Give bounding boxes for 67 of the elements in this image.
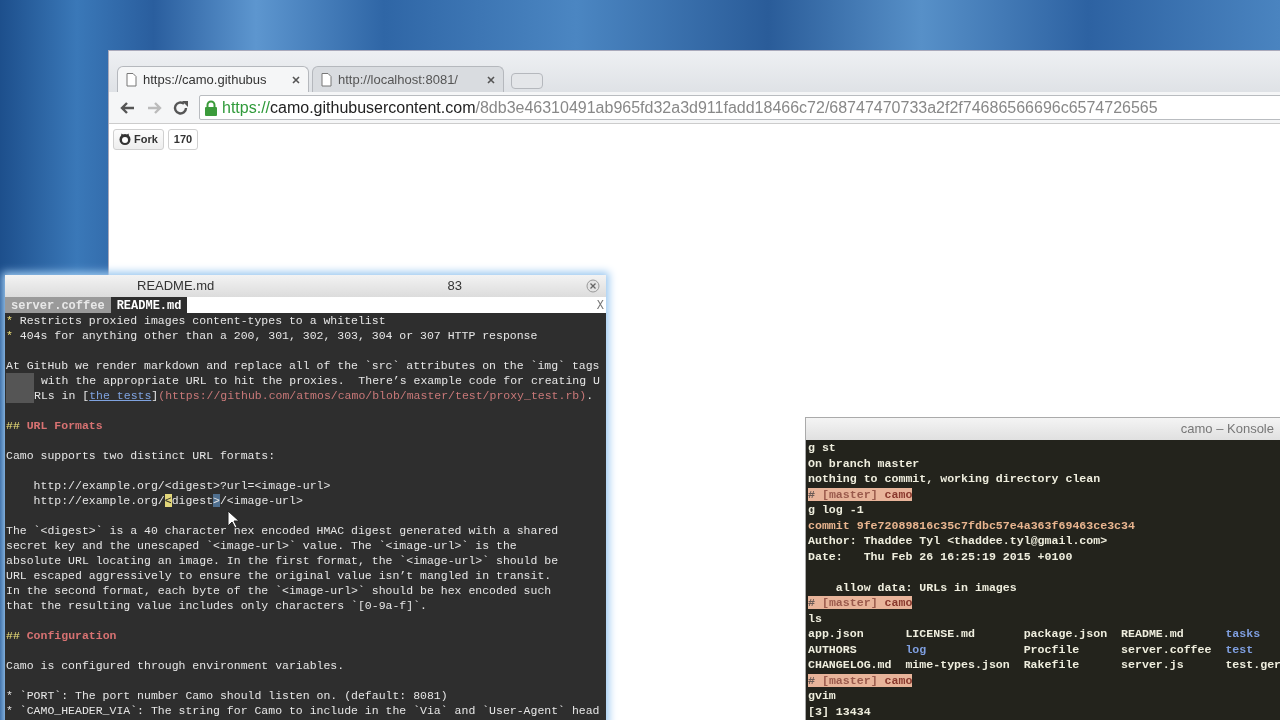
- window-title: README.md: [137, 277, 215, 296]
- code-line: The `<digest>` is a 40 character hex encoded HMAC digest generated with a shared: [6, 523, 559, 538]
- file-name: Rakefile: [1023, 658, 1080, 671]
- code-line: Camo is configured through environment variables.: [6, 658, 345, 673]
- code-line: URL escaped aggressively to ensure the original value isn’t mangled in transit.: [6, 568, 552, 583]
- terminal-line: nothing to commit, working directory clean: [807, 471, 1102, 487]
- file-name: AUTHORS: [808, 642, 857, 656]
- close-icon[interactable]: [586, 279, 600, 293]
- file-name: LICENSE.md: [905, 627, 975, 640]
- browser-tab[interactable]: http://localhost:8081/: [312, 66, 504, 92]
- file-name: server.coffee: [1121, 642, 1212, 656]
- code-line: In the second format, each byte of the `<image-url>` should be hex encoded such: [6, 583, 552, 598]
- code-line: * Restricts proxied images content-types to a whitelist: [6, 313, 386, 328]
- shell-prompt: # [master] camo: [808, 596, 913, 609]
- reload-icon[interactable]: [173, 99, 189, 116]
- file-name: package.json: [1023, 627, 1108, 640]
- terminal-line: On branch master: [807, 455, 921, 471]
- file-name: test.ger: [1225, 658, 1280, 671]
- page-icon: [321, 72, 332, 87]
- line-counter: 83: [447, 277, 462, 296]
- code-line: At GitHub we render markdown and replace all of the `src` attributes on the `img` tags: [6, 358, 600, 373]
- code-line: with the appropriate URL to hit the proxies. There’s example code for creating U: [39, 373, 600, 388]
- code-line: secret key and the unescaped `<image-url>` value. The `<image-url>` is the: [6, 538, 517, 553]
- terminal-line: allow data: URLs in images: [834, 579, 1018, 595]
- fork-count[interactable]: 170: [167, 129, 199, 150]
- tabline-close[interactable]: X: [596, 297, 606, 313]
- lock-icon: [204, 99, 218, 116]
- code-line: * `CAMO_HEADER_VIA`: The string for Camo to include in the `Via` and `User-Agent` head: [6, 703, 600, 718]
- file-name: README.md: [1121, 627, 1184, 640]
- terminal-line: [3] 13434: [807, 703, 872, 719]
- address-field[interactable]: https://camo.githubusercontent.com/8db3e46310491ab965fd32a3d911fadd18466c72/68747470733a2f2f74686566696c6574726565: [199, 95, 1280, 120]
- shell-prompt: # [master] camo: [808, 673, 913, 687]
- file-name: CHANGELOG.md: [808, 658, 892, 671]
- code-line: http://example.org/<digest>?url=<image-url>: [32, 478, 331, 493]
- code-line: RLs in [the tests](https://github.com/atmos/camo/blob/master/test/proxy_test.rb).: [34, 388, 594, 403]
- terminal-line: gvim: [807, 688, 837, 704]
- file-name: mime-types.json: [905, 658, 1010, 671]
- terminal-line: g log -1: [807, 502, 865, 518]
- code-line: ## Configuration: [6, 628, 117, 643]
- fork-button[interactable]: Fork: [113, 129, 164, 150]
- browser-tab[interactable]: https://camo.githubus: [117, 66, 309, 92]
- code-line: http://example.org/<digest>/<image-url>: [32, 493, 303, 508]
- terminal-line: g st: [807, 440, 837, 456]
- code-line: * `PORT`: The port number Camo should listen on. (default: 8081): [6, 688, 448, 703]
- page-icon: [126, 72, 137, 87]
- file-name: app.json: [808, 627, 864, 640]
- file-name: server.js: [1121, 658, 1184, 671]
- code-line: Camo supports two distinct URL formats:: [6, 448, 276, 463]
- back-arrow-icon[interactable]: [119, 99, 136, 116]
- file-name: log: [905, 642, 927, 656]
- file-name: tasks: [1225, 627, 1261, 640]
- buffer-tab[interactable]: README.md: [110, 297, 188, 313]
- file-name: Procfile: [1023, 642, 1080, 656]
- terminal-line: Author: Thaddee Tyl <thaddee.tyl@gmail.com>: [807, 533, 1109, 549]
- code-line: that the resulting value includes only characters `[0-9a-f]`.: [6, 598, 427, 613]
- cat-icon: [119, 133, 131, 146]
- code-line: ## URL Formats: [6, 418, 103, 433]
- code-line: * 404s for anything other than a 200, 301, 302, 303, 304 or 307 HTTP response: [6, 328, 538, 343]
- window-title: camo – Konsole: [1180, 420, 1274, 439]
- terminal-line: commit 9fe72089816c35c7fdbc57e4a363f69463ce3c34: [807, 517, 1136, 533]
- file-name: test: [1225, 642, 1254, 656]
- terminal-line: Date: Thu Feb 26 16:25:19 2015 +0100: [807, 548, 1074, 564]
- close-icon[interactable]: [292, 75, 300, 84]
- shell-prompt: # [master] camo: [808, 487, 913, 501]
- terminal-line: ls: [807, 610, 823, 626]
- code-line: absolute URL locating an image. In the first format, the `<image-url>` should be: [6, 553, 559, 568]
- close-icon[interactable]: [487, 75, 495, 84]
